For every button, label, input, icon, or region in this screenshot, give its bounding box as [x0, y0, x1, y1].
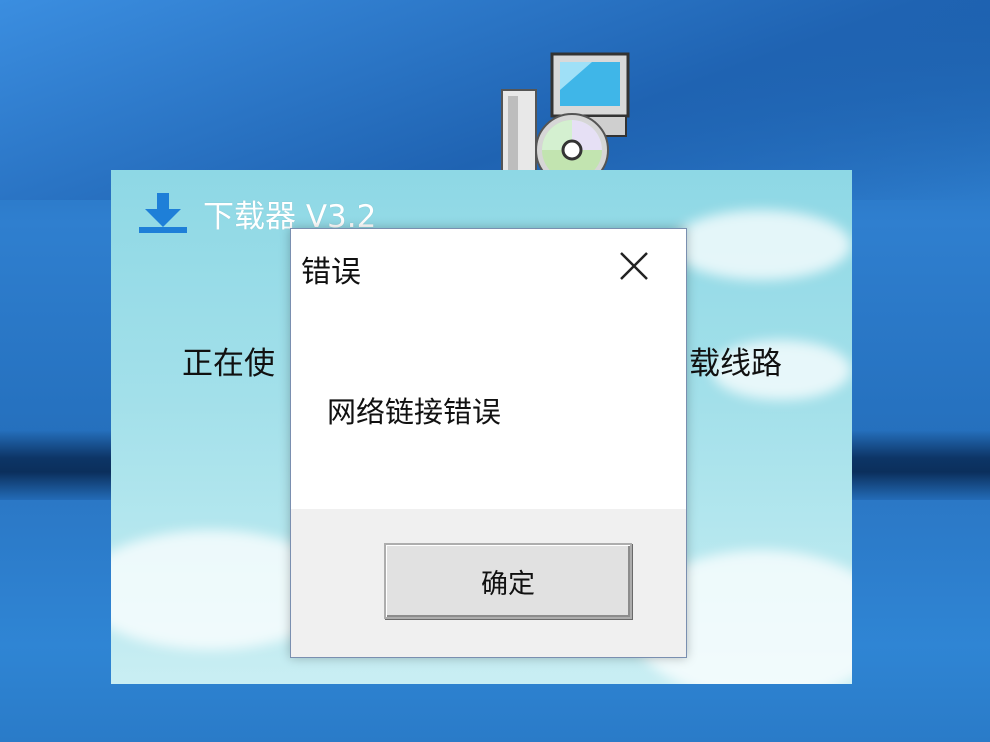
close-icon[interactable]: [613, 245, 655, 287]
desktop-background: 下载器 V3.2 正在使 载线路 错误 网络链接错误 确定: [0, 0, 990, 742]
dialog-title: 错误: [301, 255, 361, 290]
installer-icon[interactable]: [500, 50, 632, 187]
status-text-right: 载线路: [689, 346, 782, 382]
cloud: [671, 210, 851, 280]
error-dialog: 错误 网络链接错误 确定: [290, 228, 687, 658]
download-icon: [137, 191, 189, 235]
dialog-footer: 确定: [291, 509, 686, 657]
status-text-left: 正在使: [182, 346, 275, 382]
ok-button[interactable]: 确定: [384, 543, 632, 619]
dialog-titlebar[interactable]: 错误: [291, 229, 686, 301]
dialog-message: 网络链接错误: [327, 395, 502, 429]
